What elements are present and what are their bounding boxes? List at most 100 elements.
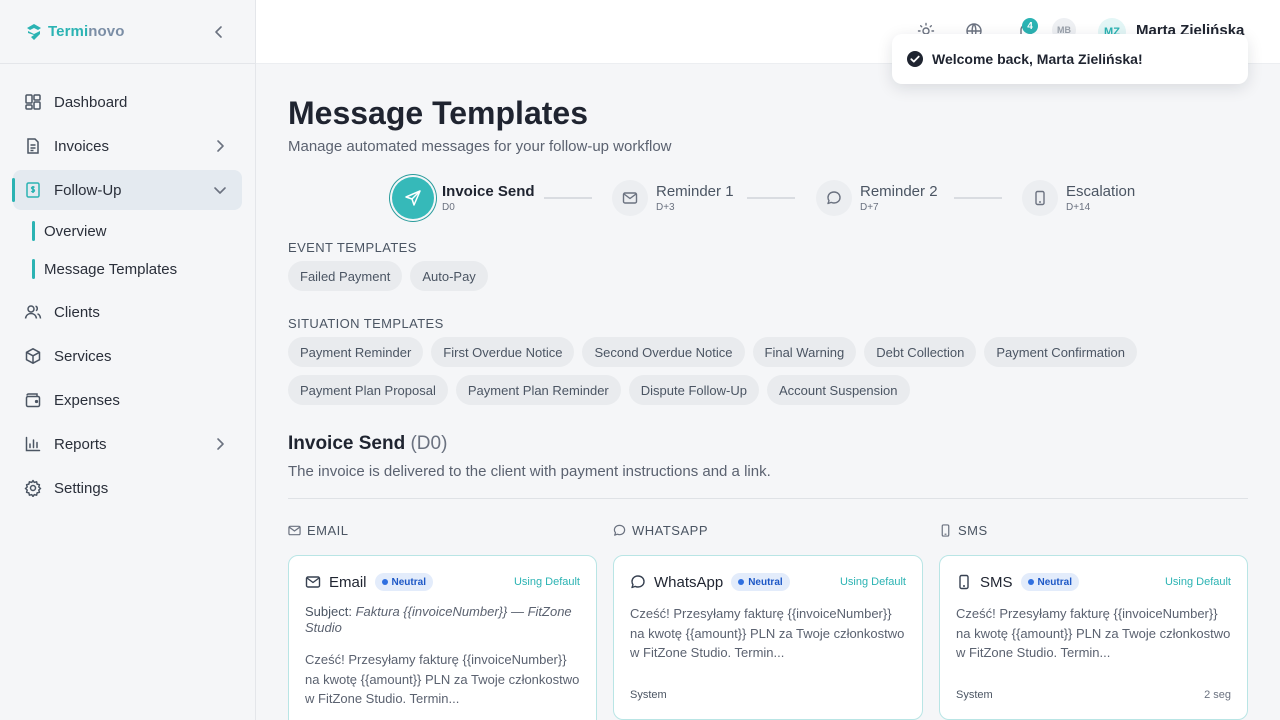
sidebar-item-follow-up[interactable]: Follow-Up xyxy=(12,170,242,210)
step-day: D+14 xyxy=(1066,201,1091,213)
main-nav: Dashboard Invoices Follow-Up Overview Me… xyxy=(0,64,255,508)
workflow-step-reminder-1[interactable]: Reminder 1 D+3 xyxy=(612,180,734,216)
event-templates-list: Failed Payment Auto-Pay xyxy=(288,261,1188,299)
card-title: Email xyxy=(329,573,367,591)
document-icon xyxy=(24,137,42,155)
page-subtitle: Manage automated messages for your follo… xyxy=(288,138,672,155)
chat-bubble-icon xyxy=(613,524,632,537)
main-content: Message Templates Manage automated messa… xyxy=(256,65,1280,720)
dashboard-icon xyxy=(24,93,42,111)
check-circle-icon xyxy=(906,50,924,68)
step-label: Reminder 2 xyxy=(860,182,938,200)
chevron-right-icon xyxy=(212,436,228,452)
card-title: SMS xyxy=(980,573,1013,591)
cube-icon xyxy=(24,347,42,365)
template-chip-failed-payment[interactable]: Failed Payment xyxy=(288,261,403,291)
message-preview: Cześć! Przesyłamy fakturę {{invoiceNumbe… xyxy=(305,652,580,706)
sms-template-card[interactable]: SMS Neutral Using Default Cześć! Przesył… xyxy=(939,555,1248,720)
step-day: D+7 xyxy=(860,201,879,213)
step-label: Invoice Send xyxy=(442,182,535,200)
template-chip-final-warning[interactable]: Final Warning xyxy=(752,337,857,367)
chevron-right-icon xyxy=(212,138,228,154)
workflow-step-invoice-send[interactable]: Invoice Send D0 xyxy=(392,177,535,219)
step-label: Reminder 1 xyxy=(656,182,734,200)
status-badge: Neutral xyxy=(731,573,790,591)
sidebar-item-label: Services xyxy=(54,347,112,365)
sidebar-item-clients[interactable]: Clients xyxy=(13,292,242,332)
sidebar-item-label: Expenses xyxy=(54,391,120,409)
wallet-icon xyxy=(24,391,42,409)
sidebar-item-services[interactable]: Services xyxy=(13,336,242,376)
template-source: System xyxy=(956,689,993,701)
sidebar-item-label: Dashboard xyxy=(54,93,128,111)
brand: Terminovo xyxy=(0,0,255,64)
channel-header-email: EMAIL xyxy=(288,523,349,538)
using-default-label: Using Default xyxy=(513,576,580,588)
chat-bubble-icon xyxy=(816,180,852,216)
message-preview: Cześć! Przesyłamy fakturę {{invoiceNumbe… xyxy=(956,606,1231,660)
divider xyxy=(288,498,1248,499)
template-chip-payment-plan-proposal[interactable]: Payment Plan Proposal xyxy=(288,375,448,405)
step-day: D0 xyxy=(442,201,455,213)
template-detail-description: The invoice is delivered to the client w… xyxy=(288,463,771,480)
brand-name[interactable]: Terminovo xyxy=(48,23,124,40)
workflow-step-reminder-2[interactable]: Reminder 2 D+7 xyxy=(816,180,938,216)
template-chip-auto-pay[interactable]: Auto-Pay xyxy=(410,261,488,291)
template-chip-payment-confirmation[interactable]: Payment Confirmation xyxy=(984,337,1138,367)
mail-icon xyxy=(612,180,648,216)
email-template-card[interactable]: Email Neutral Using Default Subject: Fak… xyxy=(288,555,597,720)
sms-segment-count: 2 seg xyxy=(1204,689,1231,701)
sidebar-item-label: Invoices xyxy=(54,137,110,155)
channel-header-sms: SMS xyxy=(939,523,988,538)
sidebar: Terminovo Dashboard Invoices Follow-Up O… xyxy=(0,0,256,720)
whatsapp-template-card[interactable]: WhatsApp Neutral Using Default Cześć! Pr… xyxy=(613,555,923,720)
card-title: WhatsApp xyxy=(654,573,724,591)
using-default-label: Using Default xyxy=(839,576,906,588)
template-chip-debt-collection[interactable]: Debt Collection xyxy=(864,337,977,367)
notification-count-badge: 4 xyxy=(1022,18,1038,34)
email-subject: Subject: Faktura {{invoiceNumber}} — Fit… xyxy=(305,604,572,635)
event-templates-label: EVENT TEMPLATES xyxy=(288,240,417,255)
template-detail-title: Invoice Send (D0) xyxy=(288,433,448,454)
invoice-dollar-icon xyxy=(24,181,42,199)
users-icon xyxy=(24,303,42,321)
situation-templates-label: SITUATION TEMPLATES xyxy=(288,316,444,331)
using-default-label: Using Default xyxy=(1164,576,1231,588)
template-chip-payment-plan-reminder[interactable]: Payment Plan Reminder xyxy=(455,375,621,405)
step-label: Escalation xyxy=(1066,182,1136,200)
collapse-sidebar-icon[interactable] xyxy=(211,24,227,40)
bar-chart-icon xyxy=(24,435,42,453)
workflow-stepper: Invoice Send D0 Reminder 1 D+3 Reminder … xyxy=(392,176,1152,220)
workflow-step-escalation[interactable]: Escalation D+14 xyxy=(1022,180,1135,216)
sidebar-item-label: Reports xyxy=(54,435,107,453)
template-chip-first-overdue-notice[interactable]: First Overdue Notice xyxy=(431,337,575,367)
template-chip-second-overdue-notice[interactable]: Second Overdue Notice xyxy=(582,337,745,367)
gear-icon xyxy=(24,479,42,497)
step-connector xyxy=(544,197,592,199)
mail-icon xyxy=(305,574,329,590)
sidebar-item-reports[interactable]: Reports xyxy=(13,424,242,464)
phone-icon xyxy=(939,524,958,537)
welcome-toast: Welcome back, Marta Zielińska! xyxy=(892,34,1248,84)
toast-message: Welcome back, Marta Zielińska! xyxy=(932,51,1143,67)
step-connector xyxy=(747,197,795,199)
sidebar-item-expenses[interactable]: Expenses xyxy=(13,380,242,420)
template-chip-payment-reminder[interactable]: Payment Reminder xyxy=(288,337,424,367)
template-chip-dispute-follow-up[interactable]: Dispute Follow-Up xyxy=(628,375,759,405)
sidebar-item-settings[interactable]: Settings xyxy=(13,468,242,508)
sidebar-subitem-message-templates[interactable]: Message Templates xyxy=(32,252,242,286)
message-preview: Cześć! Przesyłamy fakturę {{invoiceNumbe… xyxy=(630,606,905,660)
sidebar-item-dashboard[interactable]: Dashboard xyxy=(13,82,242,122)
logo-icon xyxy=(24,22,44,42)
channel-header-whatsapp: WHATSAPP xyxy=(613,523,708,538)
page-title: Message Templates xyxy=(288,95,588,131)
phone-icon xyxy=(1022,180,1058,216)
step-connector xyxy=(954,197,1002,199)
sidebar-subitem-overview[interactable]: Overview xyxy=(32,214,242,248)
mail-icon xyxy=(288,524,307,537)
send-icon xyxy=(392,177,434,219)
sidebar-item-invoices[interactable]: Invoices xyxy=(13,126,242,166)
step-day: D+3 xyxy=(656,201,675,213)
template-chip-account-suspension[interactable]: Account Suspension xyxy=(766,375,910,405)
status-badge: Neutral xyxy=(374,573,433,591)
